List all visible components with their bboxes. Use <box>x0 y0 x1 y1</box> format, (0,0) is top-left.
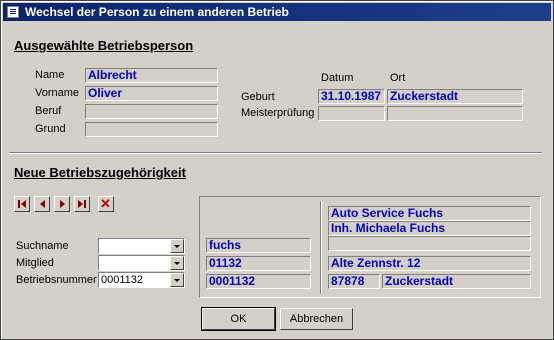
meister-ort-field[interactable] <box>387 106 523 121</box>
section-title-person: Ausgewählte Betriebsperson <box>14 38 194 53</box>
grund-label: Grund <box>35 123 66 135</box>
vorname-field[interactable]: Oliver <box>85 86 218 101</box>
dialog-window: Wechsel der Person zu einem anderen Betr… <box>0 0 554 340</box>
nav-first-button[interactable] <box>14 196 30 212</box>
ok-button[interactable]: OK <box>201 307 276 331</box>
address-line3-field[interactable] <box>328 236 531 251</box>
form-icon <box>7 6 19 18</box>
last-record-icon <box>78 200 83 208</box>
grund-field[interactable] <box>85 122 218 137</box>
chevron-down-icon[interactable] <box>170 273 184 287</box>
nav-last-button[interactable] <box>74 196 90 212</box>
result-suchname-field[interactable]: fuchs <box>206 238 311 253</box>
cancel-button[interactable]: Abbrechen <box>280 308 353 330</box>
prev-record-icon <box>40 200 45 208</box>
beruf-label: Beruf <box>35 105 62 117</box>
meister-label: Meisterprüfung <box>241 107 315 119</box>
nav-next-button[interactable] <box>54 196 70 212</box>
betriebsnummer-value: 0001132 <box>101 274 144 286</box>
result-mitglied-field[interactable]: 01132 <box>206 256 311 271</box>
betriebsnummer-combo[interactable]: 0001132 <box>98 272 185 288</box>
meister-datum-field[interactable] <box>318 106 385 121</box>
ort-header: Ort <box>390 72 406 84</box>
suchname-combo[interactable] <box>98 238 185 254</box>
title-bar[interactable]: Wechsel der Person zu einem anderen Betr… <box>3 3 551 21</box>
result-betriebsnummer-field[interactable]: 0001132 <box>206 274 311 289</box>
mitglied-combo[interactable] <box>98 255 185 271</box>
name-field[interactable]: Albrecht <box>85 68 218 83</box>
first-record-icon <box>18 200 20 208</box>
name-label: Name <box>35 69 65 81</box>
next-record-icon <box>60 200 65 208</box>
betriebsnummer-label: Betriebsnummer <box>16 274 97 286</box>
delete-icon: ✕ <box>100 196 111 211</box>
vorname-label: Vorname <box>35 87 80 99</box>
mitglied-label: Mitglied <box>16 257 54 269</box>
geburt-datum-field[interactable]: 31.10.1987 <box>318 89 385 104</box>
plz-field[interactable]: 87878 <box>328 274 380 289</box>
datum-header: Datum <box>321 72 354 84</box>
chevron-down-icon[interactable] <box>170 256 184 270</box>
window-title: Wechsel der Person zu einem anderen Betr… <box>25 5 289 19</box>
address-line2-field[interactable]: Inh. Michaela Fuchs <box>328 221 531 236</box>
street-field[interactable]: Alte Zennstr. 12 <box>328 256 531 271</box>
geburt-label: Geburt <box>241 91 275 103</box>
geburt-ort-field[interactable]: Zuckerstadt <box>387 89 523 104</box>
beruf-field[interactable] <box>85 104 218 119</box>
delete-button[interactable]: ✕ <box>98 196 114 212</box>
nav-prev-button[interactable] <box>34 196 50 212</box>
panel-divider <box>320 201 322 294</box>
suchname-label: Suchname <box>16 240 69 252</box>
divider <box>9 152 542 154</box>
section-title-new-company: Neue Betriebszugehörigkeit <box>14 165 186 180</box>
city-field[interactable]: Zuckerstadt <box>382 274 531 289</box>
address-line1-field[interactable]: Auto Service Fuchs <box>328 206 531 221</box>
chevron-down-icon[interactable] <box>170 239 184 253</box>
